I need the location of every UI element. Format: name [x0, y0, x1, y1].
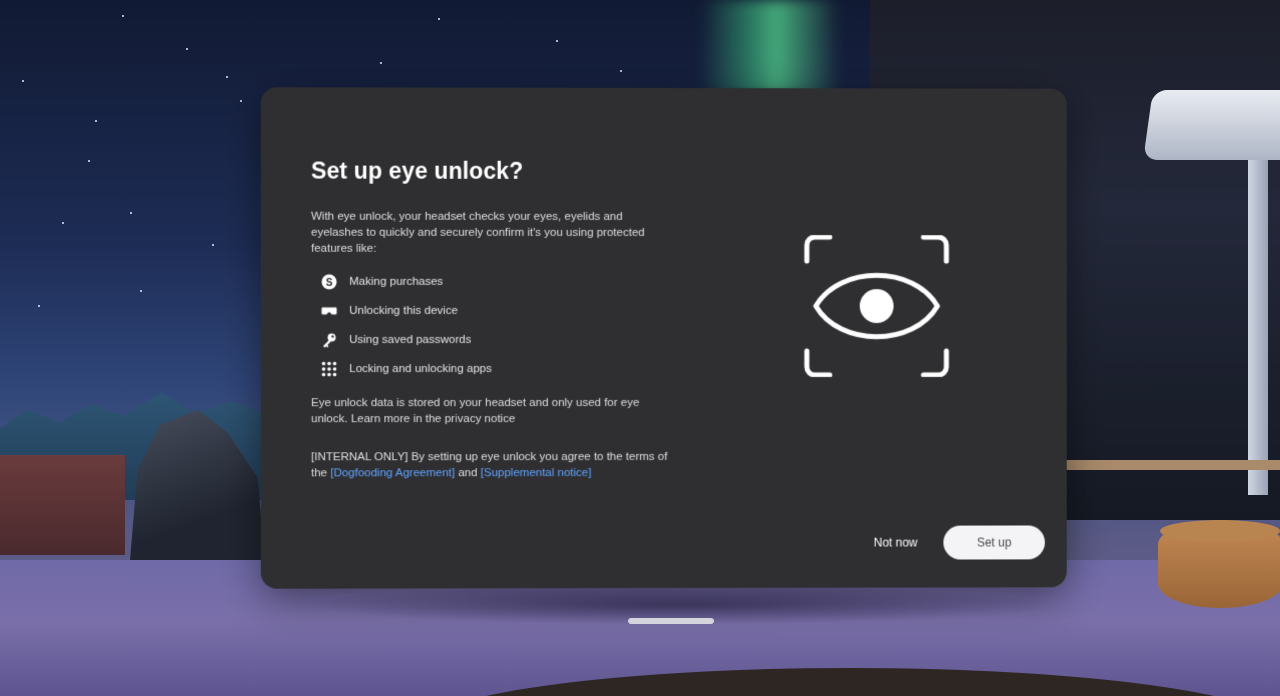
dialog-content: Set up eye unlock? With eye unlock, your…: [311, 158, 672, 482]
feature-item-purchases: S Making purchases: [321, 267, 672, 296]
star: [22, 80, 24, 82]
star: [38, 305, 40, 307]
eye-scan-icon: [804, 235, 950, 377]
dollar-coin-icon: S: [321, 273, 337, 289]
feature-item-unlock-device: Unlocking this device: [321, 296, 672, 325]
svg-text:S: S: [326, 277, 333, 288]
star: [380, 62, 382, 64]
star: [620, 70, 622, 72]
aurora: [700, 0, 840, 95]
supplemental-notice-link[interactable]: [Supplemental notice]: [481, 467, 592, 479]
star: [240, 100, 242, 102]
eye-unlock-dialog: Set up eye unlock? With eye unlock, your…: [260, 87, 1067, 589]
dogfooding-agreement-link[interactable]: [Dogfooding Agreement]: [330, 467, 455, 479]
feature-item-passwords: Using saved passwords: [321, 325, 672, 354]
home-indicator-bar[interactable]: [628, 618, 714, 624]
star: [95, 120, 97, 122]
star: [556, 40, 558, 42]
set-up-button[interactable]: Set up: [943, 525, 1045, 560]
intro-text: With eye unlock, your headset checks you…: [311, 210, 645, 255]
star: [186, 48, 188, 50]
key-icon: [321, 331, 337, 347]
star: [226, 76, 228, 78]
feature-item-apps: Locking and unlocking apps: [321, 354, 672, 383]
feature-label: Unlocking this device: [349, 304, 458, 317]
dialog-title: Set up eye unlock?: [311, 157, 524, 184]
dialog-actions: Not now Set up: [862, 525, 1045, 560]
storage-note: Eye unlock data is stored on your headse…: [311, 397, 640, 426]
not-now-button[interactable]: Not now: [862, 528, 930, 558]
star: [62, 222, 64, 224]
low-wall: [0, 455, 125, 555]
headset-icon: [321, 302, 337, 318]
star: [122, 15, 124, 17]
ottoman-top: [1160, 520, 1280, 542]
canopy-roof: [1143, 90, 1280, 160]
star: [212, 244, 214, 246]
railing: [1065, 460, 1280, 470]
agreement-text: [INTERNAL ONLY] By setting up eye unlock…: [311, 449, 672, 481]
feature-label: Using saved passwords: [349, 333, 472, 346]
star: [140, 290, 142, 292]
star: [130, 212, 132, 214]
canopy-pillar: [1248, 160, 1268, 495]
app-grid-icon: [321, 360, 337, 377]
star: [88, 160, 90, 162]
agreement-middle: and: [454, 467, 481, 480]
feature-label: Locking and unlocking apps: [349, 362, 492, 375]
feature-list: S Making purchases Unlocking this device…: [311, 267, 672, 383]
feature-label: Making purchases: [349, 275, 443, 288]
star: [438, 18, 440, 20]
